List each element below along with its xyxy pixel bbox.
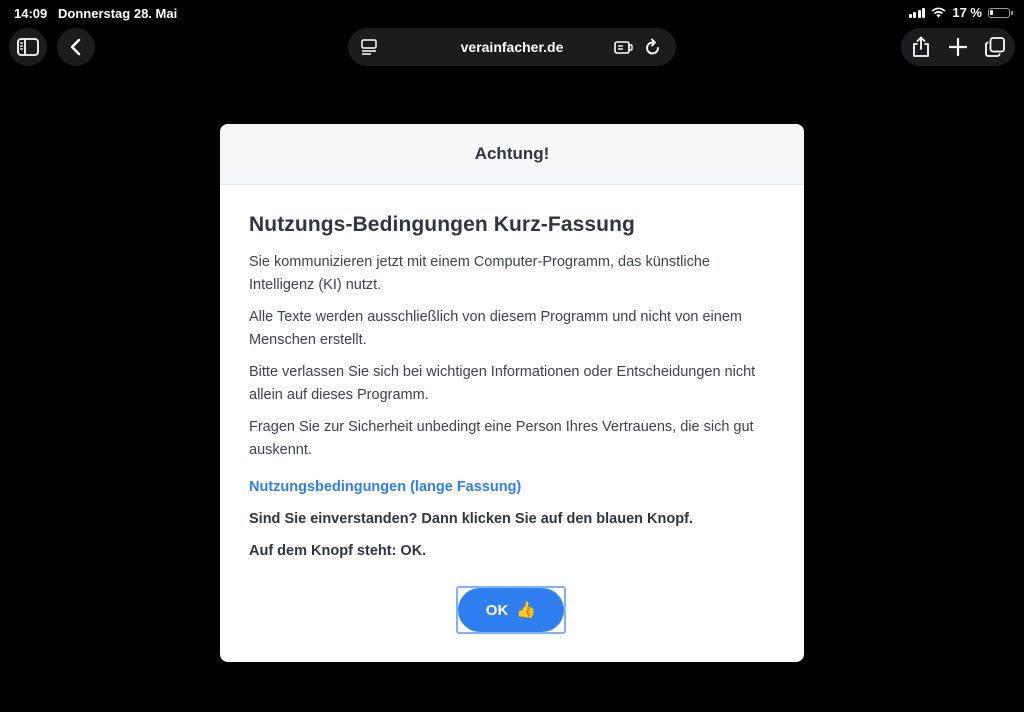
battery-level bbox=[990, 9, 993, 15]
long-terms-link[interactable]: Nutzungsbedingungen (lange Fassung) bbox=[249, 479, 775, 495]
battery-icon bbox=[988, 7, 1013, 18]
button-hint: Auf dem Knopf steht: OK. bbox=[249, 543, 427, 559]
ok-button-focus-ring: OK 👍 bbox=[456, 586, 566, 634]
tabs-icon bbox=[985, 37, 1005, 57]
terms-dialog: Achtung! Nutzungs-Bedingungen Kurz-Fassu… bbox=[220, 124, 804, 662]
thumbs-up-icon: 👍 bbox=[516, 602, 537, 619]
terms-paragraph: Alle Texte werden ausschließlich von die… bbox=[249, 309, 742, 348]
share-button[interactable] bbox=[910, 35, 932, 59]
reload-button[interactable] bbox=[644, 37, 662, 57]
share-icon bbox=[913, 36, 929, 57]
browser-toolbar: verainfacher.de bbox=[0, 28, 1024, 66]
battery-percent: 17 % bbox=[952, 5, 982, 20]
reload-icon bbox=[646, 38, 659, 55]
terms-paragraph: Sie kommunizieren jetzt mit einem Comput… bbox=[249, 254, 710, 293]
back-icon bbox=[70, 38, 81, 56]
dialog-body: Nutzungs-Bedingungen Kurz-Fassung Sie ko… bbox=[220, 185, 804, 559]
wifi-icon bbox=[931, 7, 946, 18]
terms-paragraph: Bitte verlassen Sie sich bei wichtigen I… bbox=[249, 364, 756, 403]
terms-paragraph: Fragen Sie zur Sicherheit unbedingt eine… bbox=[249, 419, 754, 458]
status-date: Donnerstag 28. Mai bbox=[58, 6, 178, 21]
status-bar: 14:09 Donnerstag 28. Mai 17 % bbox=[0, 0, 1024, 26]
extension-icon bbox=[614, 41, 633, 54]
status-time: 14:09 bbox=[14, 6, 48, 21]
new-tab-button[interactable] bbox=[947, 36, 969, 58]
status-indicators: 17 % bbox=[908, 5, 1013, 20]
ok-button[interactable]: OK 👍 bbox=[458, 588, 564, 632]
tabs-overview-button[interactable] bbox=[984, 36, 1006, 58]
dialog-header-title: Achtung! bbox=[474, 144, 550, 163]
dialog-title: Nutzungs-Bedingungen Kurz-Fassung bbox=[249, 213, 635, 236]
ok-button-label: OK bbox=[485, 601, 509, 619]
plus-icon bbox=[949, 38, 967, 56]
dialog-header: Achtung! bbox=[220, 124, 804, 185]
cellular-signal-icon bbox=[908, 7, 926, 18]
extension-button[interactable] bbox=[614, 38, 634, 56]
back-button[interactable] bbox=[57, 28, 95, 66]
address-bar[interactable]: verainfacher.de bbox=[348, 28, 676, 66]
toolbar-right-group bbox=[901, 28, 1015, 66]
consent-question: Sind Sie einverstanden? Dann klicken Sie… bbox=[249, 511, 693, 527]
sidebar-icon bbox=[17, 38, 39, 56]
sidebar-button[interactable] bbox=[9, 28, 47, 66]
